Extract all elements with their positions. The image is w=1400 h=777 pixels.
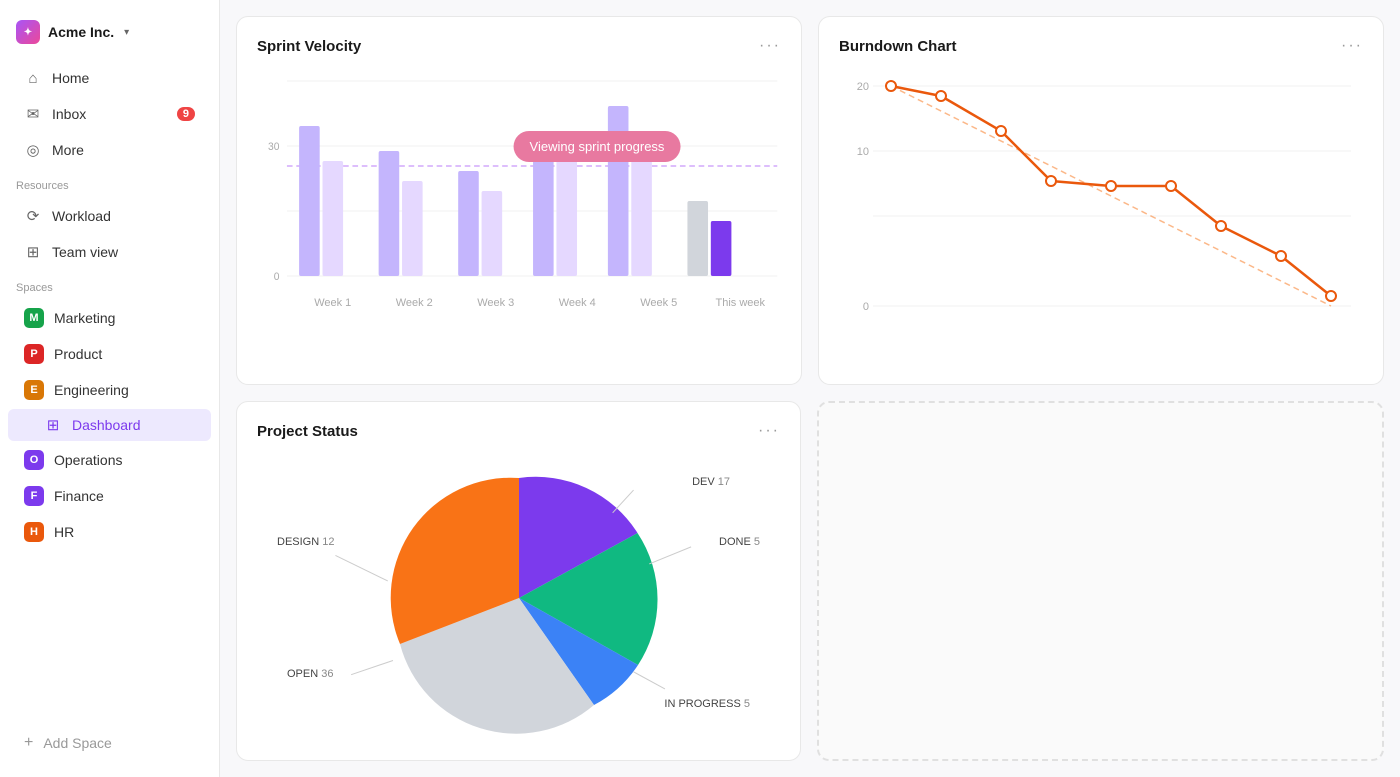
space-label-product: Product (54, 346, 102, 362)
project-status-title: Project Status (257, 423, 358, 440)
dashboard-label: Dashboard (72, 417, 141, 433)
nav-more[interactable]: ◎ More (8, 133, 211, 167)
pie-chart-svg (369, 458, 669, 738)
week-label-this: This week (700, 297, 782, 309)
project-status-card: Project Status ··· (236, 401, 801, 761)
svg-text:0: 0 (274, 271, 280, 283)
nav-teamview[interactable]: ⊞ Team view (8, 235, 211, 269)
space-avatar-product: P (24, 344, 44, 364)
app-logo[interactable]: ✦ Acme Inc. ▾ (0, 16, 219, 60)
nav-home-label: Home (52, 70, 89, 86)
burndown-chart: 20 10 0 (839, 71, 1363, 364)
sprint-velocity-more[interactable]: ··· (759, 37, 781, 55)
burndown-header: Burndown Chart ··· (839, 37, 1363, 55)
sidebar-item-finance[interactable]: F Finance (8, 479, 211, 513)
bottom-charts-row: Project Status ··· (236, 401, 1384, 761)
space-label-marketing: Marketing (54, 310, 115, 326)
sprint-velocity-chart: 30 0 (257, 71, 781, 364)
design-label: DESIGN 12 (277, 536, 334, 548)
sprint-velocity-title: Sprint Velocity (257, 38, 361, 55)
open-label: OPEN 36 (287, 668, 333, 680)
in-progress-label: IN PROGRESS 5 (664, 698, 750, 710)
spaces-section-label: Spaces (0, 270, 219, 300)
add-space-label: Add Space (43, 735, 112, 751)
burndown-card: Burndown Chart ··· 20 10 0 (818, 16, 1384, 385)
burndown-title: Burndown Chart (839, 38, 957, 55)
sidebar-item-engineering[interactable]: E Engineering (8, 373, 211, 407)
nav-more-label: More (52, 142, 84, 158)
dashboard-icon: ⊞ (44, 416, 62, 434)
space-avatar-engineering: E (24, 380, 44, 400)
sidebar-item-dashboard[interactable]: ⊞ Dashboard (8, 409, 211, 441)
space-label-engineering: Engineering (54, 382, 129, 398)
svg-text:0: 0 (863, 301, 869, 313)
top-charts-row: Sprint Velocity ··· 30 0 (236, 16, 1384, 385)
svg-text:10: 10 (857, 146, 869, 158)
sidebar: ✦ Acme Inc. ▾ ⌂ Home ✉ Inbox 9 ◎ More Re… (0, 0, 220, 777)
week-label-1: Week 1 (292, 297, 374, 309)
space-label-operations: Operations (54, 452, 122, 468)
project-status-header: Project Status ··· (257, 422, 780, 440)
svg-text:20: 20 (857, 81, 869, 93)
space-avatar-hr: H (24, 522, 44, 542)
project-status-more[interactable]: ··· (758, 422, 780, 440)
tooltip-text: Viewing sprint progress (514, 131, 681, 162)
app-name: Acme Inc. (48, 24, 114, 40)
more-icon: ◎ (24, 141, 42, 159)
nav-home[interactable]: ⌂ Home (8, 61, 211, 95)
pie-chart-area: DEV 17 DONE 5 IN PROGRESS 5 OPEN 36 DESI… (257, 456, 780, 740)
space-label-hr: HR (54, 524, 74, 540)
logo-icon: ✦ (16, 20, 40, 44)
bar-chart-svg: 30 0 (257, 71, 781, 291)
nav-teamview-label: Team view (52, 244, 118, 260)
week-label-2: Week 2 (374, 297, 456, 309)
dev-label: DEV 17 (692, 476, 730, 488)
nav-workload-label: Workload (52, 208, 111, 224)
inbox-icon: ✉ (24, 105, 42, 123)
svg-text:30: 30 (268, 141, 280, 153)
week-label-3: Week 3 (455, 297, 537, 309)
main-content: Sprint Velocity ··· 30 0 (220, 0, 1400, 777)
resources-section-label: Resources (0, 168, 219, 198)
burndown-more[interactable]: ··· (1341, 37, 1363, 55)
space-label-finance: Finance (54, 488, 104, 504)
done-label: DONE 5 (719, 536, 760, 548)
empty-placeholder-card (817, 401, 1384, 761)
teamview-icon: ⊞ (24, 243, 42, 261)
nav-workload[interactable]: ⟳ Workload (8, 199, 211, 233)
sidebar-item-marketing[interactable]: M Marketing (8, 301, 211, 335)
inbox-badge: 9 (177, 107, 195, 121)
week-label-5: Week 5 (618, 297, 700, 309)
week-label-4: Week 4 (537, 297, 619, 309)
burndown-svg: 20 10 0 (839, 71, 1363, 321)
space-avatar-finance: F (24, 486, 44, 506)
sidebar-item-hr[interactable]: H HR (8, 515, 211, 549)
sprint-velocity-card: Sprint Velocity ··· 30 0 (236, 16, 802, 385)
week-labels: Week 1 Week 2 Week 3 Week 4 Week 5 This … (257, 297, 781, 309)
sidebar-item-operations[interactable]: O Operations (8, 443, 211, 477)
add-icon: + (24, 734, 33, 752)
sidebar-item-product[interactable]: P Product (8, 337, 211, 371)
space-avatar-operations: O (24, 450, 44, 470)
workload-icon: ⟳ (24, 207, 42, 225)
chevron-down-icon: ▾ (124, 27, 129, 38)
add-space-button[interactable]: + Add Space (8, 726, 211, 760)
nav-inbox[interactable]: ✉ Inbox 9 (8, 97, 211, 131)
sprint-velocity-header: Sprint Velocity ··· (257, 37, 781, 55)
space-avatar-marketing: M (24, 308, 44, 328)
home-icon: ⌂ (24, 69, 42, 87)
nav-inbox-label: Inbox (52, 106, 86, 122)
